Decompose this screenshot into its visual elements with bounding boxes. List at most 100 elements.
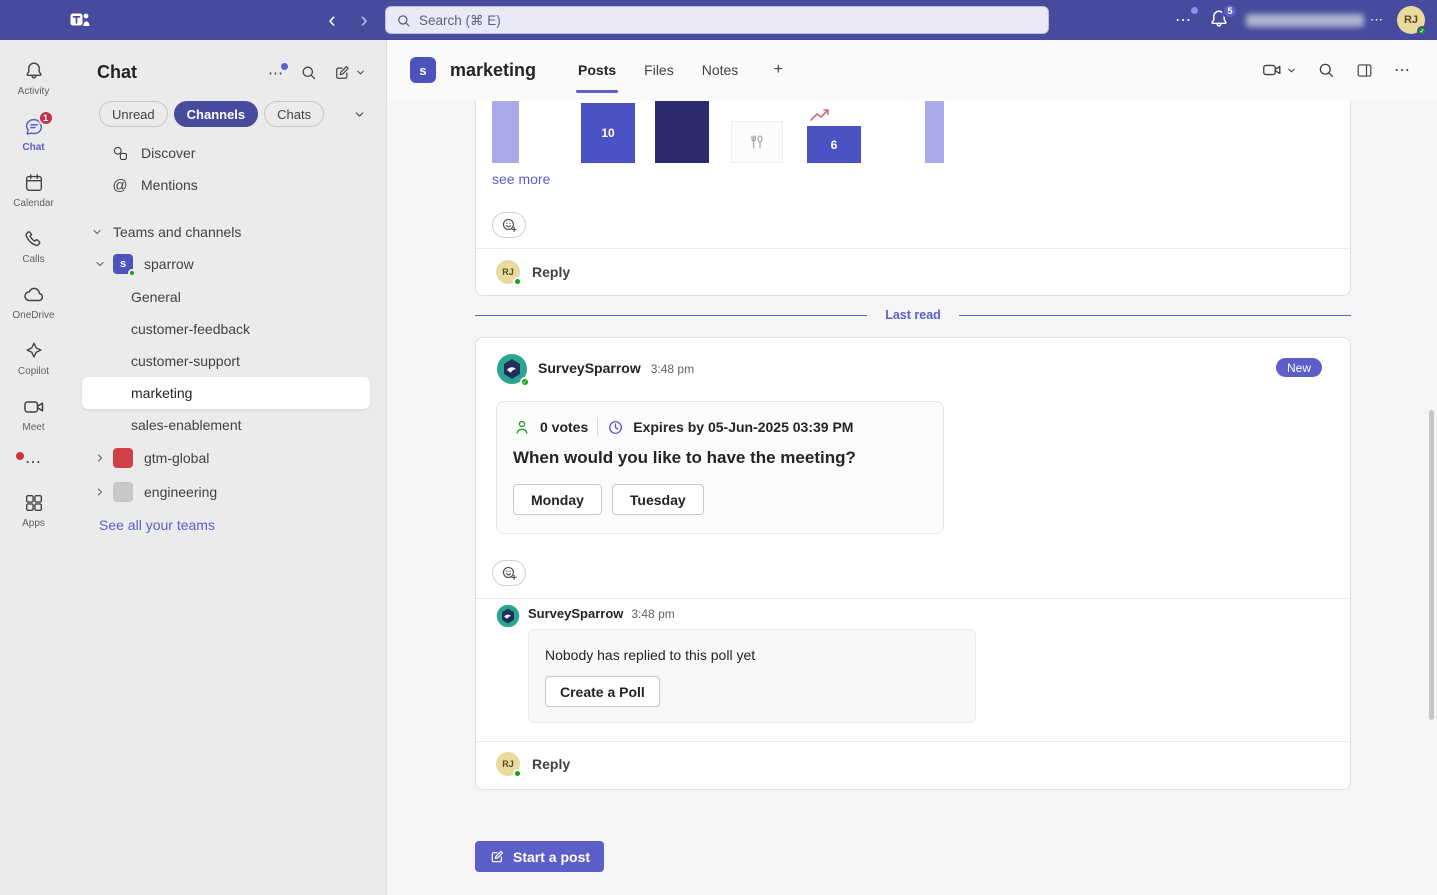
poll-results-image[interactable]: 10 6: [492, 101, 944, 163]
filter-chats[interactable]: Chats: [264, 101, 324, 127]
top-bar: ‹ › ⋯ 5 ⋯ RJ ✓: [0, 0, 1437, 40]
chart-bar: 6: [807, 126, 861, 163]
reply-bubble: Nobody has replied to this poll yet Crea…: [528, 629, 976, 723]
bell-icon: [22, 59, 46, 83]
rail-item-meet[interactable]: Meet: [0, 388, 67, 440]
message-author: SurveySparrow: [538, 360, 641, 376]
person-icon: [513, 418, 531, 436]
notifications-bell-icon[interactable]: 5: [1208, 8, 1232, 32]
channel-customer-support[interactable]: customer-support: [82, 345, 370, 377]
emoji-add-icon: [501, 217, 518, 234]
presence-indicator: [513, 277, 522, 286]
mentions-at-icon: @: [110, 177, 130, 194]
channel-more-button[interactable]: ⋯: [1394, 60, 1411, 80]
app-rail: Activity 1 Chat Calendar: [0, 40, 67, 895]
presence-indicator: [128, 269, 136, 277]
chat-unread-badge: 1: [38, 110, 54, 126]
divider: [597, 418, 598, 436]
rail-item-apps[interactable]: Apps: [0, 484, 67, 536]
bell-badge: 5: [1222, 3, 1238, 19]
sidebar-more-button[interactable]: ⋯: [268, 64, 284, 82]
chevron-down-icon: [1286, 65, 1297, 76]
chat-icon: 1: [22, 115, 46, 139]
filter-channels[interactable]: Channels: [174, 101, 259, 127]
channel-view: s marketing Posts Files Notes +: [387, 40, 1437, 895]
sidebar-item-discover[interactable]: Discover: [67, 137, 386, 169]
video-camera-icon: [1261, 59, 1283, 81]
chevron-right-icon: [91, 452, 109, 464]
message-feed: 10 6 see more: [387, 100, 1437, 895]
chart-bar: [492, 101, 519, 163]
tab-files[interactable]: Files: [644, 40, 674, 100]
new-message-badge: New: [1276, 358, 1322, 377]
chevron-down-icon: [91, 258, 109, 270]
chart-bar: 10: [581, 103, 635, 163]
add-reaction-button[interactable]: [492, 212, 526, 238]
teams-logo-icon[interactable]: [68, 8, 92, 32]
rail-item-more[interactable]: ⋯: [0, 444, 67, 480]
tab-posts[interactable]: Posts: [578, 40, 616, 100]
poll-expiry: Expires by 05-Jun-2025 03:39 PM: [633, 419, 853, 435]
create-poll-button[interactable]: Create a Poll: [545, 676, 660, 707]
message-card-partial: 10 6 see more: [475, 100, 1351, 296]
notification-dot: [1191, 7, 1198, 14]
rail-item-copilot[interactable]: Copilot: [0, 332, 67, 384]
channel-tabs: Posts Files Notes +: [578, 40, 790, 100]
back-button[interactable]: ‹: [318, 4, 346, 36]
team-gtm-global[interactable]: gtm-global: [67, 441, 386, 475]
rail-item-calendar[interactable]: Calendar: [0, 164, 67, 216]
search-input[interactable]: [419, 13, 1038, 28]
add-tab-button[interactable]: +: [766, 58, 790, 82]
sidebar-item-mentions[interactable]: @ Mentions: [67, 169, 386, 201]
channel-customer-feedback[interactable]: customer-feedback: [82, 313, 370, 345]
user-name-ellipsis: ⋯: [1370, 12, 1383, 28]
rail-item-onedrive[interactable]: OneDrive: [0, 276, 67, 328]
last-read-divider: Last read: [475, 308, 1351, 322]
compose-icon: [333, 64, 351, 82]
user-name-blurred: [1246, 14, 1364, 27]
sidebar-search-icon[interactable]: [300, 64, 317, 81]
presence-indicator: ✓: [520, 377, 530, 387]
clock-icon: [607, 419, 624, 436]
see-more-link[interactable]: see more: [492, 171, 550, 187]
filter-unread[interactable]: Unread: [99, 101, 168, 127]
poll-card: 0 votes Expires by 05-Jun-2025 03:39 PM …: [496, 401, 944, 534]
channel-marketing[interactable]: marketing: [82, 377, 370, 409]
rail-item-activity[interactable]: Activity: [0, 52, 67, 104]
new-chat-button[interactable]: [333, 64, 366, 82]
chart-bar: [655, 101, 709, 163]
tab-notes[interactable]: Notes: [702, 40, 739, 100]
reply-text: Nobody has replied to this poll yet: [545, 647, 755, 663]
channel-search-icon[interactable]: [1317, 61, 1335, 79]
avatar[interactable]: RJ ✓: [1397, 6, 1425, 34]
reply-row[interactable]: RJ Reply: [496, 260, 570, 284]
channel-general[interactable]: General: [82, 281, 370, 313]
collapse-chevron-icon[interactable]: [353, 108, 366, 121]
search-bar[interactable]: [385, 6, 1049, 34]
rail-item-chat[interactable]: 1 Chat: [0, 108, 67, 160]
start-a-post-button[interactable]: Start a post: [475, 841, 604, 872]
topbar-right: ⋯ 5 ⋯ RJ ✓: [1173, 0, 1425, 40]
channel-sales-enablement[interactable]: sales-enablement: [82, 409, 370, 441]
more-options-button[interactable]: ⋯: [1173, 8, 1194, 32]
calendar-icon: [22, 171, 46, 195]
divider: [476, 741, 1350, 742]
add-reaction-button[interactable]: [492, 560, 526, 586]
rail-item-calls[interactable]: Calls: [0, 220, 67, 272]
poll-option-tuesday[interactable]: Tuesday: [612, 484, 704, 515]
scrollbar[interactable]: [1429, 410, 1434, 720]
reply-row[interactable]: RJ Reply: [496, 752, 570, 776]
trend-chart-icon: [809, 107, 831, 123]
copilot-icon: [22, 339, 46, 363]
cloud-icon: [22, 283, 46, 307]
presence-indicator: ✓: [1417, 26, 1427, 36]
team-sparrow[interactable]: s sparrow: [67, 247, 386, 281]
forward-button[interactable]: ›: [350, 4, 378, 36]
meet-now-button[interactable]: [1261, 59, 1297, 81]
teams-and-channels-section[interactable]: Teams and channels: [67, 217, 386, 247]
poll-option-monday[interactable]: Monday: [513, 484, 602, 515]
open-panel-icon[interactable]: [1355, 61, 1374, 80]
team-engineering[interactable]: engineering: [67, 475, 386, 509]
see-all-teams-link[interactable]: See all your teams: [99, 517, 386, 533]
discover-shapes-icon: [110, 144, 130, 162]
